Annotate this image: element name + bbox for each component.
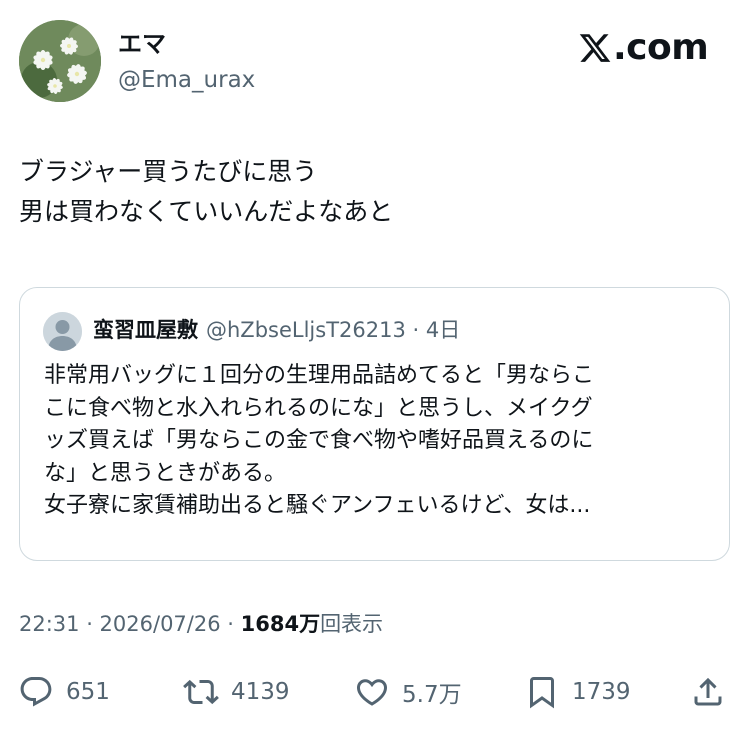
- quote-line: ッズ買えば「男ならこの金で食べ物や嗜好品買えるのに: [44, 428, 594, 453]
- brand-domain-text: .com: [613, 27, 709, 68]
- quote-line: な」と思うときがある。: [44, 460, 287, 486]
- tweet-line: ブラジャー買うたびに思う: [19, 157, 318, 186]
- tweet-line: 男は買わなくていいんだよなあと: [19, 197, 394, 226]
- share-icon: [694, 677, 722, 706]
- quote-author-name[interactable]: 蛮習皿屋敷: [93, 318, 198, 342]
- like-button[interactable]: 5.7万: [354, 668, 462, 716]
- quoted-tweet-card[interactable]: 蛮習皿屋敷 @hZbseLljsT26213 · 4日 非常用バッグに１回分の生理…: [19, 287, 730, 561]
- tweet-timestamp[interactable]: 22:31 · 2026/07/26 ·: [19, 612, 241, 636]
- author-handle[interactable]: @Ema_urax: [118, 66, 255, 94]
- flower-avatar-image: [19, 20, 101, 102]
- author-display-name[interactable]: エマ: [118, 30, 166, 58]
- heart-icon: [356, 679, 388, 706]
- x-logo-icon: [579, 34, 611, 62]
- share-button[interactable]: [690, 668, 738, 716]
- quote-line: 女子寮に家賃補助出ると騒ぐアンフェいるけど、女は...: [44, 493, 591, 518]
- default-avatar-icon: [43, 312, 82, 351]
- quote-author-avatar[interactable]: [43, 312, 82, 351]
- reply-button[interactable]: 651: [18, 668, 110, 716]
- tweet-body: ブラジャー買うたびに思う 男は買わなくていいんだよなあと: [19, 152, 393, 232]
- retweet-icon: [183, 679, 219, 705]
- views-count: 1684: [240, 612, 300, 636]
- quote-line: こに食べ物と水入れられるのにな」と思うし、メイクグ: [44, 395, 593, 421]
- quote-author-meta: @hZbseLljsT26213 · 4日: [206, 318, 461, 342]
- views-unit: 万: [299, 612, 321, 636]
- retweet-button[interactable]: 4139: [183, 668, 290, 716]
- reply-count: 651: [66, 679, 110, 705]
- bookmark-button[interactable]: 1739: [524, 668, 631, 716]
- action-bar: 651 4139 5.7万 1739: [0, 668, 750, 716]
- reply-icon: [20, 677, 52, 707]
- views-label: 回表示: [320, 612, 384, 636]
- quote-body: 非常用バッグに１回分の生理用品詰めてると「男ならこ こに食べ物と水入れられるのに…: [44, 360, 712, 523]
- quote-header: 蛮習皿屋敷 @hZbseLljsT26213 · 4日: [93, 315, 460, 345]
- retweet-count: 4139: [231, 679, 290, 705]
- x-com-brand: .com: [578, 26, 709, 70]
- author-avatar[interactable]: [19, 20, 101, 102]
- bookmark-count: 1739: [572, 679, 631, 705]
- quote-line: 非常用バッグに１回分の生理用品詰めてると「男ならこ: [44, 363, 595, 388]
- bookmark-icon: [530, 677, 554, 709]
- like-count: 5.7万: [402, 682, 462, 708]
- tweet-timestamp-views: 22:31 · 2026/07/26 · 1684万回表示: [19, 608, 383, 640]
